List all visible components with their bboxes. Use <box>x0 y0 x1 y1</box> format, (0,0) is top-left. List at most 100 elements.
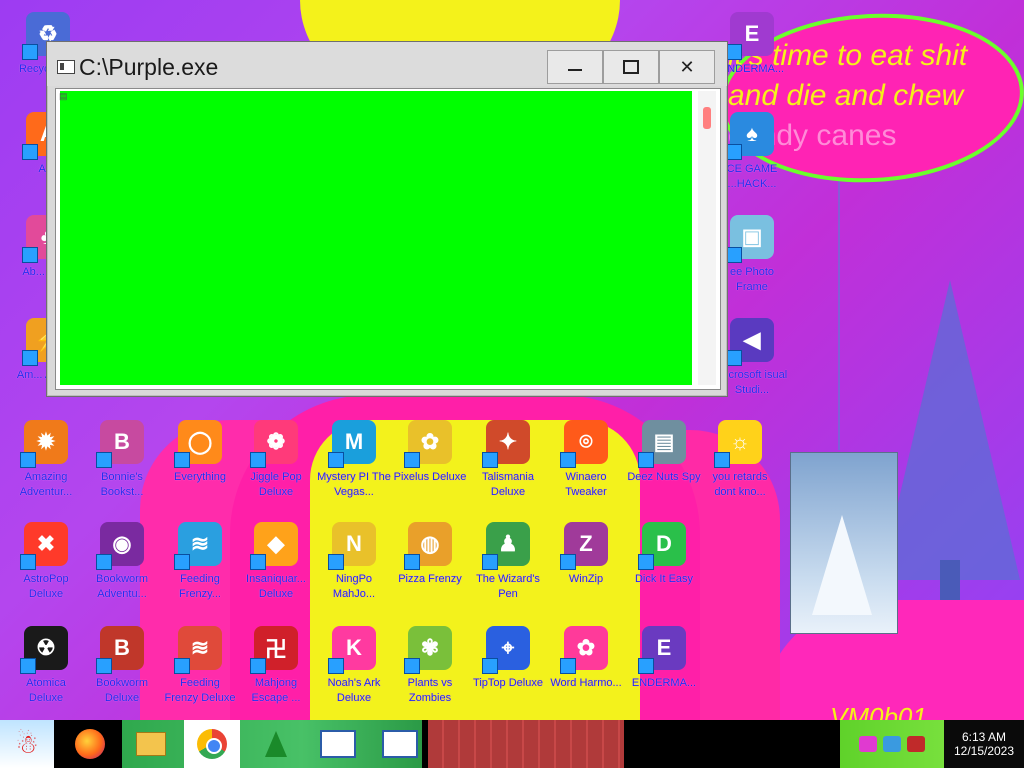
desktop-icon[interactable]: Z WinZip <box>548 522 624 618</box>
snow-tree-icon <box>812 515 872 615</box>
taskbar-chrome[interactable] <box>184 720 240 768</box>
desktop-icon-label: Insaniquar... Deluxe <box>246 573 306 600</box>
taskbar-file-explorer[interactable] <box>128 720 174 768</box>
desktop-icon[interactable]: ◉ Bookworm Adventu... <box>84 522 160 618</box>
shortcut-arrow-icon <box>22 350 38 366</box>
desktop-icon[interactable]: ☼ you retards dont kno... <box>702 420 778 516</box>
maximize-icon <box>623 60 639 74</box>
desktop-icon-label: Jiggle Pop Deluxe <box>250 471 302 498</box>
taskbar-tree-app[interactable] <box>254 720 298 768</box>
desktop-icon[interactable]: ✦ Talismania Deluxe <box>470 420 546 516</box>
shortcut-arrow-icon <box>726 44 742 60</box>
app-icon: ✿ <box>404 420 452 468</box>
purple-exe-window[interactable]: C:\Purple.exe ✕ ▤ <box>46 41 728 397</box>
shortcut-arrow-icon <box>638 452 654 468</box>
desktop-icon[interactable]: 卍 Mahjong Escape ... <box>238 626 314 722</box>
app-icon: D <box>638 522 686 570</box>
desktop-icon[interactable]: ♟ The Wizard's Pen <box>470 522 546 618</box>
shortcut-arrow-icon <box>726 247 742 263</box>
app-icon: ⌾ <box>560 420 608 468</box>
app-icon: ≋ <box>174 626 222 674</box>
shortcut-arrow-icon <box>482 452 498 468</box>
app-icon: ◀ <box>726 318 774 366</box>
desktop-icon[interactable]: M Mystery PI The Vegas... <box>316 420 392 516</box>
desktop-icon[interactable]: ❁ Jiggle Pop Deluxe <box>238 420 314 516</box>
app-icon: ☢ <box>20 626 68 674</box>
taskbar-glitch-strip <box>428 720 624 768</box>
vertical-scrollbar[interactable] <box>698 91 716 385</box>
desktop-icon[interactable]: K Noah's Ark Deluxe <box>316 626 392 722</box>
taskbar-window-2[interactable] <box>372 720 428 768</box>
desktop-icon[interactable]: N NingPo MahJo... <box>316 522 392 618</box>
desktop-icon-label: Mahjong Escape ... <box>251 677 301 704</box>
shortcut-arrow-icon <box>174 452 190 468</box>
desktop-icon[interactable]: ◍ Pizza Frenzy <box>392 522 468 618</box>
shortcut-arrow-icon <box>726 144 742 160</box>
desktop-icon-label: Winaero Tweaker <box>565 471 607 498</box>
green-canvas[interactable] <box>60 91 692 385</box>
firefox-icon <box>75 729 105 759</box>
start-button[interactable]: ☃ <box>0 720 54 768</box>
shortcut-arrow-icon <box>22 247 38 263</box>
network-icon[interactable] <box>883 736 901 752</box>
desktop-icon-label: Plants vs Zombies <box>407 677 453 704</box>
desktop-icon[interactable]: ✖ AstroPop Deluxe <box>8 522 84 618</box>
tray-pen-icon[interactable] <box>907 736 925 752</box>
app-icon: ✖ <box>20 522 68 570</box>
desktop-icon-label: Everything <box>174 471 226 483</box>
app-icon: ♟ <box>482 522 530 570</box>
window-client-area[interactable]: ▤ <box>55 88 721 390</box>
desktop-icon[interactable]: ▤ Deez Nuts Spy <box>626 420 702 516</box>
desktop-icon[interactable]: ◆ Insaniquar... Deluxe <box>238 522 314 618</box>
desktop-icon[interactable]: ✿ Pixelus Deluxe <box>392 420 468 516</box>
desktop-icon[interactable]: ✹ Amazing Adventur... <box>8 420 84 516</box>
app-icon: E <box>726 12 774 60</box>
tray-app-icon[interactable] <box>859 736 877 752</box>
desktop-icon[interactable]: D Dick It Easy <box>626 522 702 618</box>
taskbar: ☃ 6:13 AM 12/15/2023 <box>0 720 1024 768</box>
desktop-icon[interactable]: ≋ Feeding Frenzy... <box>162 522 238 618</box>
shortcut-arrow-icon <box>328 452 344 468</box>
app-icon: M <box>328 420 376 468</box>
desktop-icon[interactable]: E ENDERMA... <box>626 626 702 722</box>
shortcut-arrow-icon <box>404 452 420 468</box>
shortcut-arrow-icon <box>482 554 498 570</box>
desktop-icon-label: WinZip <box>568 573 604 585</box>
shortcut-arrow-icon <box>96 554 112 570</box>
desktop-icon[interactable]: ◯ Everything <box>162 420 238 516</box>
close-button[interactable]: ✕ <box>659 50 715 84</box>
app-icon: K <box>328 626 376 674</box>
chrome-icon <box>197 729 227 759</box>
minimize-button[interactable] <box>547 50 603 84</box>
app-icon: ▤ <box>638 420 686 468</box>
desktop-icon-label: Bookworm Adventu... <box>96 573 148 600</box>
desktop-icon-label: The Wizard's Pen <box>476 573 540 600</box>
window-titlebar[interactable]: C:\Purple.exe ✕ <box>47 42 727 86</box>
shortcut-arrow-icon <box>96 658 112 674</box>
taskbar-firefox[interactable] <box>64 720 116 768</box>
desktop-icon[interactable]: ≋ Feeding Frenzy Deluxe <box>162 626 238 722</box>
taskbar-clock[interactable]: 6:13 AM 12/15/2023 <box>944 720 1024 768</box>
shortcut-arrow-icon <box>328 658 344 674</box>
window-icon <box>382 730 418 758</box>
console-app-icon[interactable] <box>57 60 75 74</box>
desktop-icon[interactable]: ✿ Word Harmo... <box>548 626 624 722</box>
shortcut-arrow-icon <box>22 144 38 160</box>
resize-grip-icon: ▤ <box>59 91 68 101</box>
system-tray[interactable] <box>840 720 944 768</box>
taskbar-window-1[interactable] <box>310 720 366 768</box>
minimize-icon <box>568 69 582 71</box>
desktop-icon[interactable]: ⌖ TipTop Deluxe <box>470 626 546 722</box>
desktop-icon[interactable]: ☢ Atomica Deluxe <box>8 626 84 722</box>
desktop-icon[interactable]: B Bookworm Deluxe <box>84 626 160 722</box>
maximize-button[interactable] <box>603 50 659 84</box>
desktop-icon[interactable]: ⌾ Winaero Tweaker <box>548 420 624 516</box>
desktop-icon[interactable]: B Bonnie's Bookst... <box>84 420 160 516</box>
app-icon: ♠ <box>726 112 774 160</box>
shortcut-arrow-icon <box>20 658 36 674</box>
shortcut-arrow-icon <box>250 658 266 674</box>
desktop-icon[interactable]: ✾ Plants vs Zombies <box>392 626 468 722</box>
app-icon: ⌖ <box>482 626 530 674</box>
shortcut-arrow-icon <box>404 554 420 570</box>
scrollbar-thumb[interactable] <box>703 107 711 129</box>
